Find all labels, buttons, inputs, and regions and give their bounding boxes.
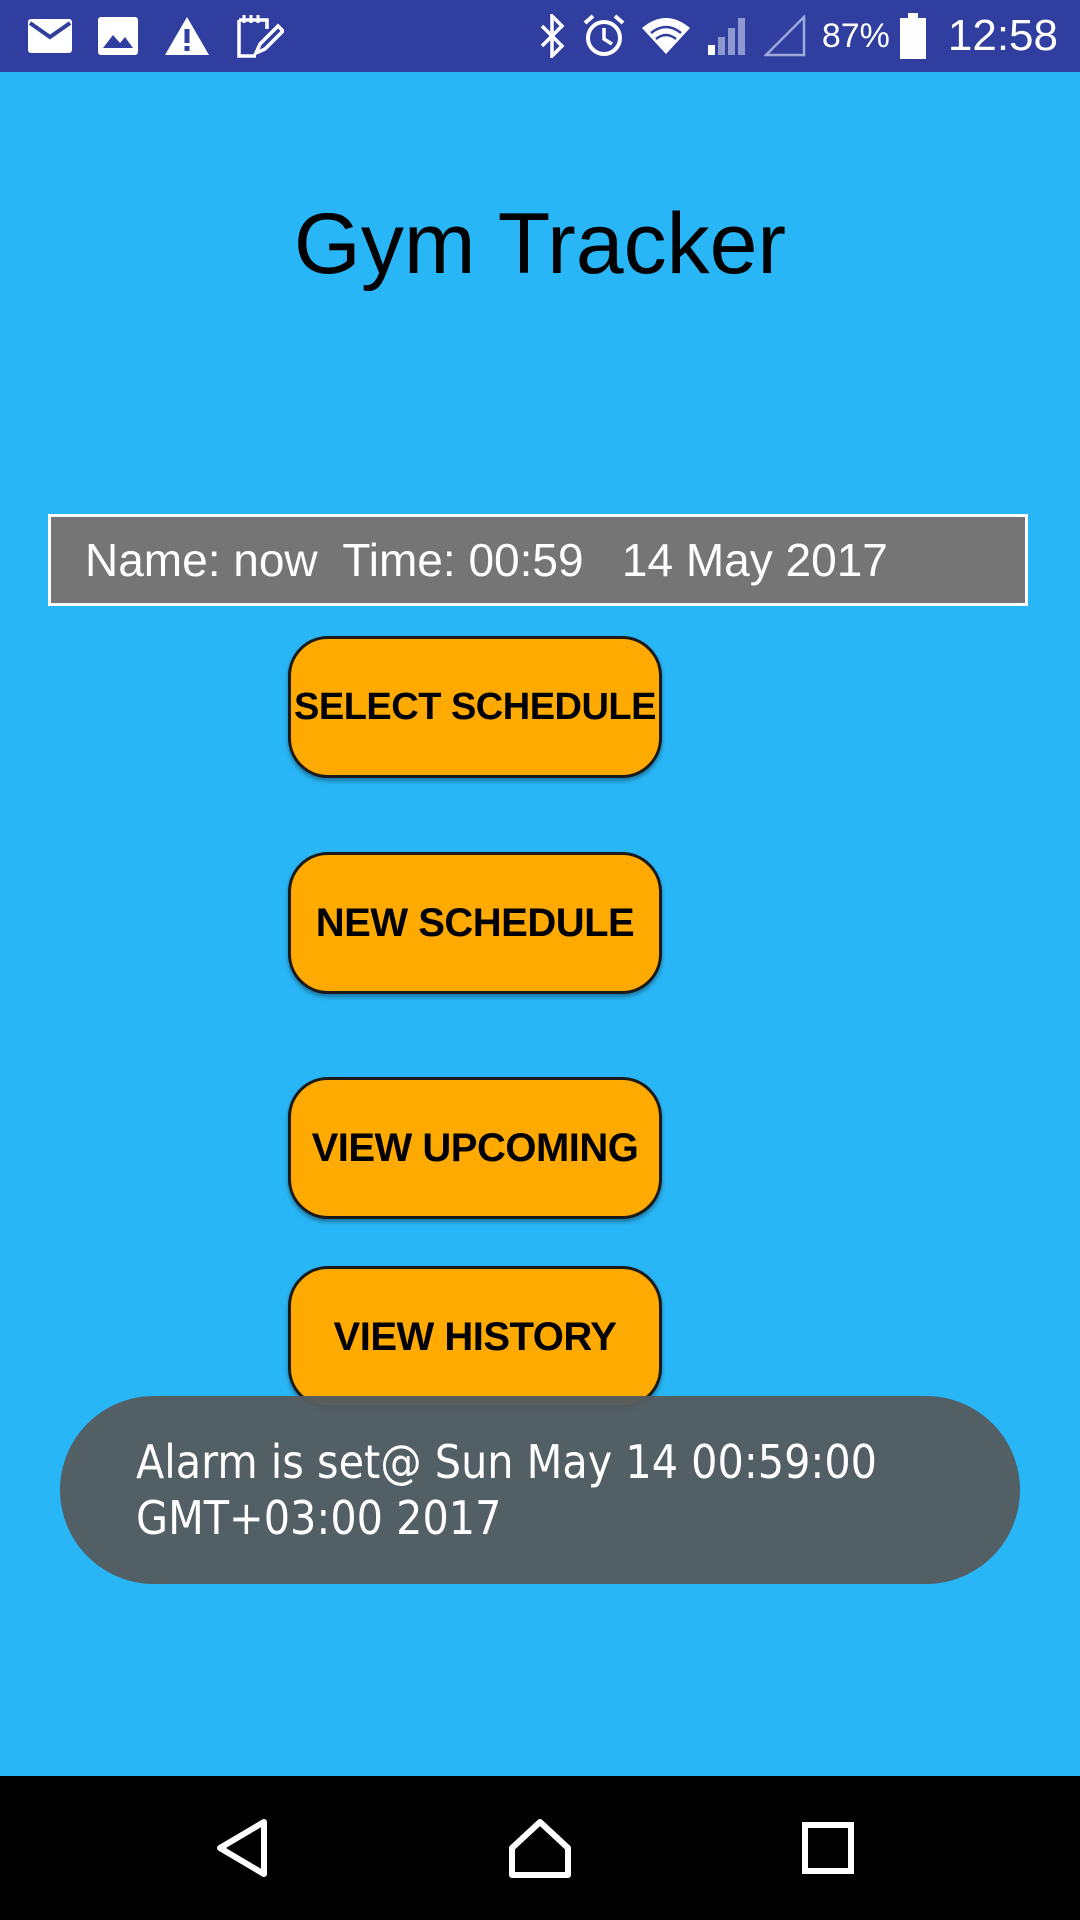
system-icons: 87% 12:58 [538, 0, 1058, 72]
recents-icon [802, 1821, 854, 1879]
image-icon [98, 17, 138, 55]
view-upcoming-button[interactable]: VIEW UPCOMING [288, 1077, 662, 1219]
toast-line-2: GMT+03:00 2017 [136, 1491, 502, 1545]
schedule-info: Name: now Time: 00:59 14 May 2017 [48, 514, 1028, 606]
alarm-toast: Alarm is set@ Sun May 14 00:59:00 GMT+03… [60, 1396, 1020, 1584]
status-bar: 87% 12:58 [0, 0, 1080, 72]
note-edit-icon [236, 13, 284, 59]
back-button[interactable] [204, 1812, 280, 1888]
battery-icon [899, 13, 926, 59]
navigation-bar [0, 1776, 1080, 1920]
select-schedule-button[interactable]: SELECT SCHEDULE [288, 636, 662, 778]
mail-icon [28, 19, 72, 53]
home-button[interactable] [502, 1812, 578, 1888]
signal-empty-icon [763, 15, 806, 57]
battery-percent: 87% [821, 16, 890, 55]
signal-icon [706, 15, 748, 57]
alarm-icon [582, 14, 626, 58]
home-icon [508, 1818, 572, 1883]
warning-icon [164, 16, 210, 56]
toast-line-1: Alarm is set@ Sun May 14 00:59:00 [136, 1435, 878, 1489]
view-history-button[interactable]: VIEW HISTORY [288, 1266, 662, 1408]
recents-button[interactable] [790, 1812, 866, 1888]
new-schedule-button[interactable]: NEW SCHEDULE [288, 852, 662, 994]
app-title: Gym Tracker [293, 196, 787, 292]
bluetooth-icon [538, 14, 566, 58]
wifi-icon [641, 16, 690, 56]
clock: 12:58 [947, 11, 1058, 60]
notification-icons [28, 12, 284, 60]
back-icon [214, 1818, 270, 1883]
